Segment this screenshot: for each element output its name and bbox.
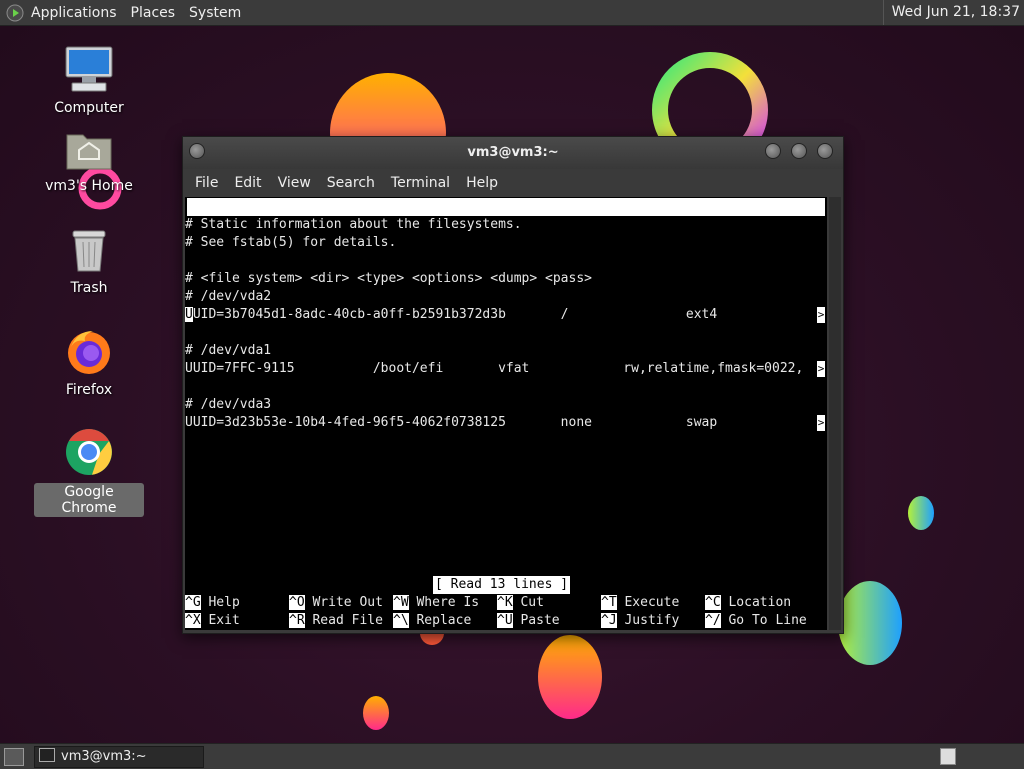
shortcut-key: ^W — [393, 595, 409, 610]
bottom-panel: vm3@vm3:~ — [0, 743, 1024, 769]
shortcut-key: ^\ — [393, 613, 409, 628]
chrome-icon — [66, 429, 112, 475]
nano-shortcut: ^C Location — [705, 594, 791, 612]
line-overflow-marker: > — [817, 307, 825, 323]
computer-icon — [65, 46, 113, 92]
system-menu[interactable]: System — [182, 5, 248, 21]
file-line: UUID=3d23b53e-10b4-4fed-96f5-4062f073812… — [185, 415, 718, 430]
terminal-menubar: File Edit View Search Terminal Help — [183, 169, 843, 197]
taskbar-button-label: vm3@vm3:~ — [61, 749, 147, 764]
file-line: # /dev/vda2 — [185, 289, 272, 304]
nano-shortcut: ^T Execute — [601, 594, 679, 612]
shortcut-key: ^K — [497, 595, 513, 610]
desktop-icon-firefox[interactable]: Firefox — [34, 327, 144, 399]
file-line: # See fstab(5) for details. — [185, 235, 397, 250]
desktop-icon-home[interactable]: vm3's Home — [34, 129, 144, 195]
desktop-icon-label: Google Chrome — [34, 483, 144, 517]
shortcut-label: Exit — [200, 613, 240, 628]
terminal-content[interactable]: GNU nano 7.2 /etc/fstab # Static informa… — [185, 197, 827, 630]
desktop-icon-label: Firefox — [65, 382, 113, 398]
places-menu[interactable]: Places — [124, 5, 183, 21]
clock[interactable]: Wed Jun 21, 18:37 — [882, 0, 1020, 25]
shortcut-key: ^O — [289, 595, 305, 610]
nano-shortcut: ^/ Go To Line — [705, 612, 807, 630]
shortcut-label: Read File — [304, 613, 383, 628]
show-desktop-icon[interactable] — [4, 748, 24, 766]
nano-shortcut: ^U Paste — [497, 612, 560, 630]
trash-icon — [72, 230, 106, 272]
file-line-cursor: UUID=3b7045d1-8adc-40cb-a0ff-b2591b372d3… — [185, 306, 717, 324]
home-folder-icon — [66, 134, 112, 170]
shortcut-key: ^X — [185, 613, 201, 628]
minimize-button[interactable] — [765, 143, 781, 159]
window-title: vm3@vm3:~ — [467, 145, 559, 160]
shortcut-label: Cut — [512, 595, 544, 610]
file-line-text: UID=3b7045d1-8adc-40cb-a0ff-b2591b372d3b… — [192, 307, 718, 322]
shortcut-label: Go To Line — [720, 613, 807, 628]
shortcut-label: Write Out — [304, 595, 383, 610]
desktop-icon-label: Computer — [54, 100, 124, 116]
nano-status-message: [ Read 13 lines ] — [433, 576, 571, 594]
nano-shortcut: ^J Justify — [601, 612, 679, 630]
shortcut-key: ^G — [185, 595, 201, 610]
menu-terminal[interactable]: Terminal — [383, 175, 458, 191]
nano-shortcut: ^R Read File — [289, 612, 383, 630]
nano-shortcut: ^W Where Is — [393, 594, 479, 612]
shortcut-label: Execute — [616, 595, 680, 610]
terminal-icon — [39, 748, 55, 762]
shortcut-key: ^R — [289, 613, 305, 628]
nano-shortcut: ^X Exit — [185, 612, 240, 630]
menu-edit[interactable]: Edit — [226, 175, 269, 191]
menu-help[interactable]: Help — [458, 175, 506, 191]
shortcut-label: Replace — [408, 613, 472, 628]
menu-search[interactable]: Search — [319, 175, 383, 191]
text-cursor: U — [185, 307, 193, 322]
top-panel: Applications Places System Wed Jun 21, 1… — [0, 0, 1024, 26]
terminal-scrollbar[interactable] — [829, 197, 841, 630]
menu-file[interactable]: File — [187, 175, 226, 191]
file-line: # <file system> <dir> <type> <options> <… — [185, 271, 592, 286]
workspace-switcher[interactable] — [940, 748, 956, 765]
nano-shortcut: ^O Write Out — [289, 594, 383, 612]
maximize-button[interactable] — [791, 143, 807, 159]
menu-view[interactable]: View — [270, 175, 319, 191]
nano-shortcut: ^G Help — [185, 594, 240, 612]
desktop-icon-chrome[interactable]: Google Chrome — [34, 427, 144, 517]
desktop-icon-computer[interactable]: Computer — [34, 45, 144, 117]
desktop-icon-trash[interactable]: Trash — [34, 229, 144, 297]
nano-shortcut: ^K Cut — [497, 594, 544, 612]
shortcut-label: Location — [720, 595, 792, 610]
file-line: UUID=7FFC-9115 /boot/efi vfat rw,relatim… — [185, 361, 804, 376]
applications-menu[interactable]: Applications — [24, 5, 124, 21]
shortcut-label: Paste — [512, 613, 560, 628]
shortcut-key: ^J — [601, 613, 617, 628]
nano-shortcut: ^\ Replace — [393, 612, 471, 630]
file-line: # Static information about the filesyste… — [185, 217, 522, 232]
desktop-icon-label: vm3's Home — [45, 178, 133, 194]
shortcut-key: ^/ — [705, 613, 721, 628]
shortcut-label: Where Is — [408, 595, 480, 610]
taskbar-button-terminal[interactable]: vm3@vm3:~ — [34, 746, 204, 768]
line-overflow-marker: > — [817, 415, 825, 431]
close-button[interactable] — [817, 143, 833, 159]
shortcut-key: ^C — [705, 595, 721, 610]
file-line: # /dev/vda1 — [185, 343, 272, 358]
shortcut-label: Help — [200, 595, 240, 610]
firefox-icon — [68, 331, 110, 374]
line-overflow-marker: > — [817, 361, 825, 377]
nano-header: GNU nano 7.2 /etc/fstab — [187, 198, 825, 250]
desktop-icon-label: Trash — [70, 280, 108, 296]
shortcut-label: Justify — [616, 613, 680, 628]
terminal-window: vm3@vm3:~ File Edit View Search Terminal… — [182, 136, 844, 634]
shortcut-key: ^T — [601, 595, 617, 610]
shortcut-key: ^U — [497, 613, 513, 628]
app-menu-icon[interactable] — [6, 4, 24, 22]
window-titlebar[interactable]: vm3@vm3:~ — [183, 137, 843, 169]
file-line: # /dev/vda3 — [185, 397, 272, 412]
nano-filename: /etc/fstab — [483, 235, 562, 250]
